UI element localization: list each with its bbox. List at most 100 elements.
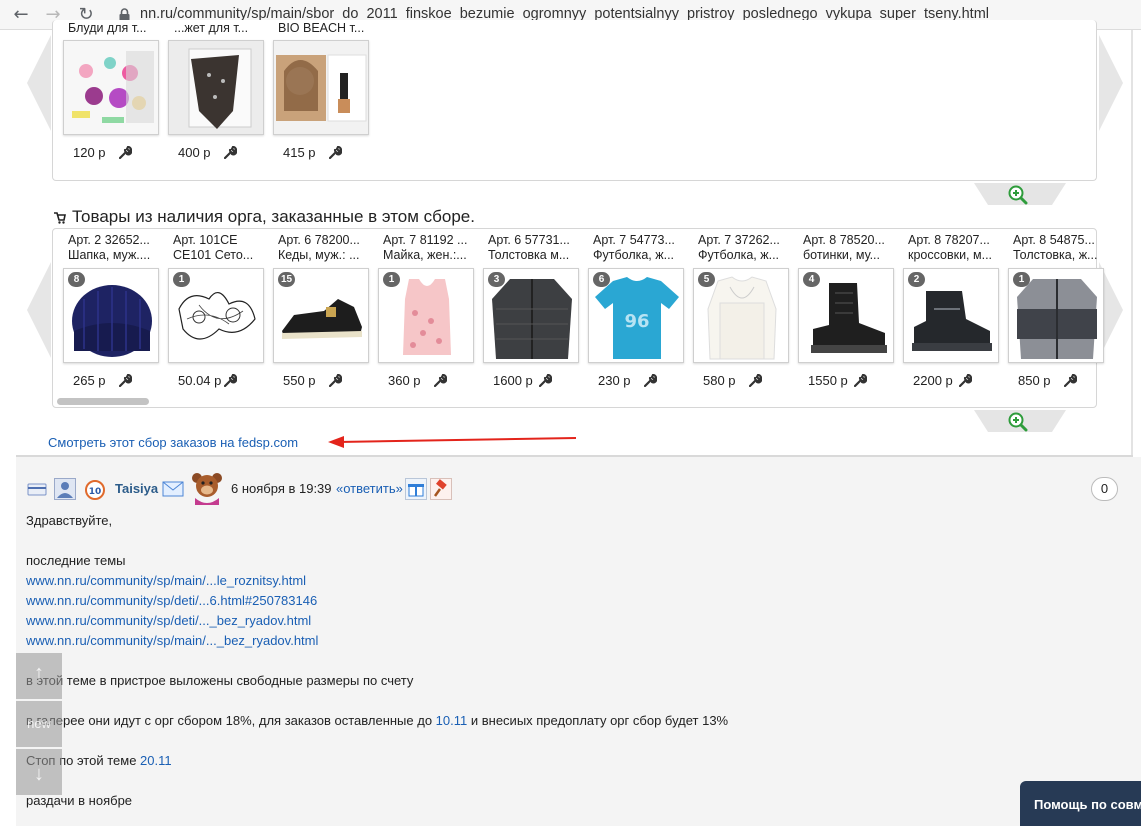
product-thumbnail[interactable]: 1 (378, 268, 474, 363)
wrench-icon[interactable] (119, 374, 132, 387)
product-price: 265 р (73, 373, 106, 388)
product-name: кроссовки, м... (908, 248, 993, 262)
wrench-icon[interactable] (224, 146, 237, 159)
product-thumbnail[interactable]: 1 (168, 268, 264, 363)
quantity-badge: 2 (908, 272, 925, 287)
product-thumbnail[interactable] (168, 40, 264, 135)
product-name: Толстовка м... (488, 248, 570, 262)
comment-greeting: Здравствуйте, (26, 513, 113, 528)
gavel-icon[interactable] (430, 478, 452, 500)
product-thumbnail[interactable]: 8 (63, 268, 159, 363)
wrench-icon[interactable] (749, 374, 762, 387)
product-caption: Арт. 7 37262... Футболка, ж... (698, 233, 794, 263)
product-thumbnail[interactable]: 2 (903, 268, 999, 363)
user-profile-icon[interactable] (54, 478, 76, 500)
back-button[interactable]: ← (8, 2, 34, 28)
wrench-icon[interactable] (959, 374, 972, 387)
product-name: Кеды, муж.: ... (278, 248, 360, 262)
mail-icon[interactable] (162, 478, 184, 500)
svg-text:10: 10 (89, 487, 102, 497)
item-price: 400 р (178, 145, 211, 160)
top-gallery-item[interactable]: Блуди для т... (68, 21, 164, 36)
hair-accessories-image (72, 51, 154, 123)
scroll-down-button[interactable]: ↓ (16, 749, 62, 795)
product-caption: Арт. 8 78520... ботинки, му... (803, 233, 899, 263)
product-caption: Арт. 7 54773... Футболка, ж... (593, 233, 689, 263)
product-article: Арт. 7 54773... (593, 233, 675, 247)
badge-10-years-icon: 10 (85, 480, 105, 500)
wrench-icon[interactable] (224, 374, 237, 387)
gallery-horizontal-scrollbar[interactable] (57, 398, 149, 405)
product-thumbnail[interactable] (63, 40, 159, 135)
scroll-new-button[interactable]: new (16, 701, 62, 747)
product-thumbnail[interactable]: 15 (273, 268, 369, 363)
top-gallery-item[interactable]: BIO BEACH т... (278, 21, 374, 36)
product-article: Арт. 8 78207... (908, 233, 990, 247)
product-thumbnail[interactable]: 3 (483, 268, 579, 363)
product-price: 850 р (1018, 373, 1051, 388)
paragraph-text: в галерее они идут с орг сбором 18%, для… (26, 713, 436, 728)
topic-link[interactable]: www.nn.ru/community/sp/deti/..._bez_ryad… (26, 613, 311, 628)
product-caption: Арт. 6 57731... Толстовка м... (488, 233, 584, 263)
wrench-icon[interactable] (329, 374, 342, 387)
gallery-prev-arrow[interactable] (27, 35, 51, 131)
comment-paragraph: в галерее они идут с орг сбором 18%, для… (26, 713, 728, 728)
product-thumbnail[interactable]: 6 96 (588, 268, 684, 363)
wrench-icon[interactable] (1064, 374, 1077, 387)
zoom-expand-tab[interactable] (974, 183, 1066, 205)
date-link[interactable]: 20.11 (140, 753, 172, 768)
gallery-next-arrow[interactable] (1099, 35, 1123, 131)
paragraph-text: и внесиых предоплату орг сбор будет 13% (467, 713, 729, 728)
date-link[interactable]: 10.11 (436, 713, 468, 728)
topic-link[interactable]: www.nn.ru/community/sp/main/...le_roznit… (26, 573, 306, 588)
topic-link[interactable]: www.nn.ru/community/sp/main/..._bez_ryad… (26, 633, 318, 648)
product-name: Шапка, муж.... (68, 248, 151, 262)
section-title: Товары из наличия орга, заказанные в это… (54, 207, 475, 227)
product-article: Арт. 7 37262... (698, 233, 780, 247)
top-gallery-item[interactable]: ...жет для т... (174, 21, 270, 36)
wrench-icon[interactable] (854, 374, 867, 387)
quantity-badge: 1 (1013, 272, 1030, 287)
topic-link[interactable]: www.nn.ru/community/sp/deti/...6.html#25… (26, 593, 317, 608)
product-caption: Арт. 7 81192 ... Майка, жен.:... (383, 233, 479, 263)
comment-date: 6 ноября в 19:39 (231, 481, 332, 496)
product-price: 50.04 р (178, 373, 222, 388)
product-article: Арт. 8 78520... (803, 233, 885, 247)
product-article: Арт. 7 81192 ... (383, 233, 468, 247)
comment-author[interactable]: Taisiya (115, 481, 158, 496)
product-name: Толстовка, ж... (1013, 248, 1098, 262)
product-price: 580 р (703, 373, 736, 388)
scroll-up-button[interactable]: ↑ (16, 653, 62, 699)
product-price: 2200 р (913, 373, 953, 388)
wrench-icon[interactable] (539, 374, 552, 387)
gallery-prev-arrow[interactable] (27, 262, 51, 358)
product-thumbnail[interactable]: 1 (1008, 268, 1104, 363)
product-name: CE101 Сето... (173, 248, 254, 262)
cart-icon (54, 211, 66, 224)
card-icon (27, 483, 47, 496)
help-chat-button[interactable]: Помощь по совм (1020, 781, 1141, 826)
reply-link[interactable]: «ответить» (336, 481, 403, 496)
product-caption: Арт. 101CE CE101 Сето... (173, 233, 269, 263)
comment-topics-label: последние темы (26, 553, 126, 568)
wrench-icon[interactable] (119, 146, 132, 159)
quantity-badge: 3 (488, 272, 505, 287)
gift-icon[interactable] (405, 478, 427, 500)
quantity-badge: 5 (698, 272, 715, 287)
item-price: 415 р (283, 145, 316, 160)
wrench-icon[interactable] (644, 374, 657, 387)
wrench-icon[interactable] (434, 374, 447, 387)
product-price: 230 р (598, 373, 631, 388)
fedsp-link[interactable]: Смотреть этот сбор заказов на fedsp.com (48, 435, 298, 450)
wrench-icon[interactable] (329, 146, 342, 159)
red-annotation-arrow (328, 436, 577, 448)
product-article: Арт. 6 57731... (488, 233, 570, 247)
item-price: 120 р (73, 145, 106, 160)
rating-counter[interactable]: 0 (1091, 477, 1118, 501)
product-thumbnail[interactable]: 5 (693, 268, 789, 363)
zoom-expand-tab[interactable] (974, 410, 1066, 432)
product-thumbnail[interactable]: 4 (798, 268, 894, 363)
product-price: 1600 р (493, 373, 533, 388)
product-article: Арт. 2 32652... (68, 233, 150, 247)
product-thumbnail[interactable] (273, 40, 369, 135)
